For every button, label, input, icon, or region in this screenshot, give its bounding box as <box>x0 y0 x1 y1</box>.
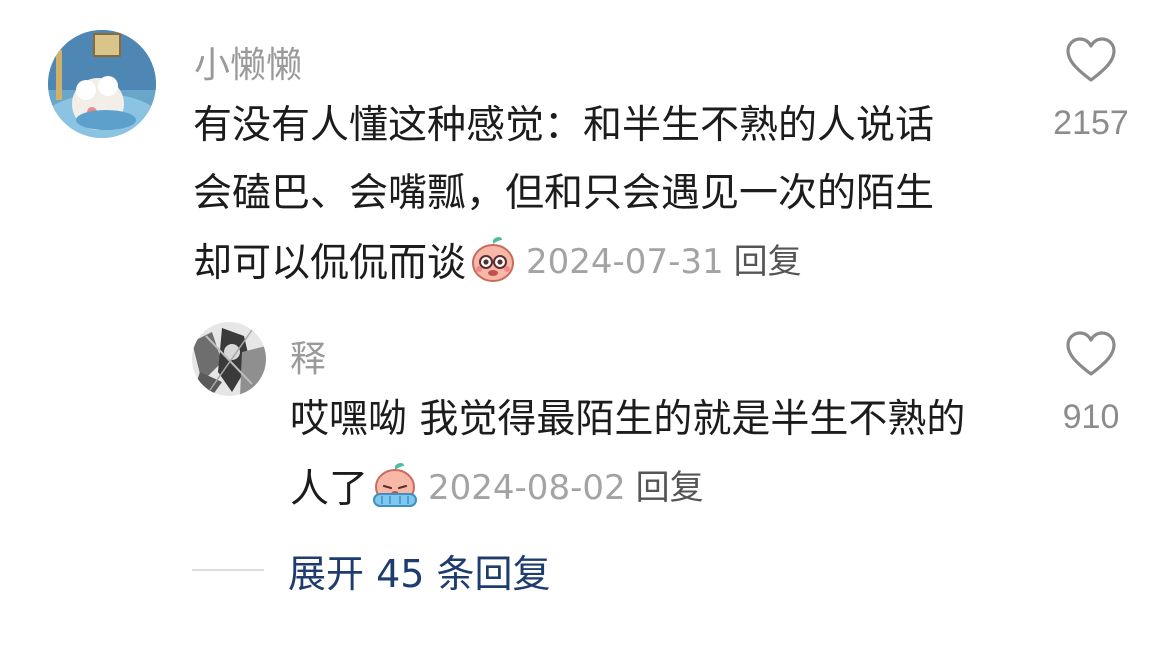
reply-date: 2024-08-02 <box>428 468 626 508</box>
reply-button[interactable]: 回复 <box>734 242 802 282</box>
username[interactable]: 小懒懒 <box>194 36 302 88</box>
username[interactable]: 释 <box>290 330 326 382</box>
avatar-image <box>48 30 156 138</box>
comment-text-line: 有没有人懂这种感觉：和半生不熟的人说话 <box>193 103 935 148</box>
heart-icon <box>1066 37 1116 82</box>
like-count: 2157 <box>1053 104 1129 142</box>
heart-icon <box>1066 331 1116 376</box>
reply-text-line: 哎嘿呦 我觉得最陌生的就是半生不熟的 <box>290 397 966 442</box>
comment-text-line-last: 却可以侃侃而谈 2024-07-31 回复 <box>193 228 1013 298</box>
peach-face-emoji-icon <box>468 234 518 284</box>
divider <box>192 569 264 571</box>
comment-text[interactable]: 有没有人懂这种感觉：和半生不熟的人说话 会磕巴、会嘴瓢，但和只会遇见一次的陌生 … <box>193 92 1013 298</box>
comment-date: 2024-07-31 <box>526 242 724 282</box>
avatar-image <box>192 322 266 396</box>
reply-text[interactable]: 哎嘿呦 我觉得最陌生的就是半生不熟的 人了 2024-08-02 回复 <box>290 386 1030 524</box>
reply-button[interactable]: 回复 <box>636 468 704 508</box>
like-count: 910 <box>1062 398 1120 436</box>
like-button[interactable]: 910 <box>1031 330 1151 437</box>
like-button[interactable]: 2157 <box>1031 36 1151 143</box>
avatar[interactable] <box>48 30 156 138</box>
comment-text-fragment: 却可以侃侃而谈 <box>193 241 467 286</box>
comment-text-line: 会磕巴、会嘴瓢，但和只会遇见一次的陌生 <box>193 171 935 216</box>
avatar[interactable] <box>192 322 266 396</box>
crying-peach-emoji-icon <box>370 460 420 510</box>
reply-text-fragment: 人了 <box>290 467 369 512</box>
reply-text-line-last: 人了 2024-08-02 回复 <box>290 454 1030 524</box>
expand-replies-row: 展开 45 条回复 <box>192 540 551 600</box>
expand-replies-button[interactable]: 展开 45 条回复 <box>288 543 551 598</box>
